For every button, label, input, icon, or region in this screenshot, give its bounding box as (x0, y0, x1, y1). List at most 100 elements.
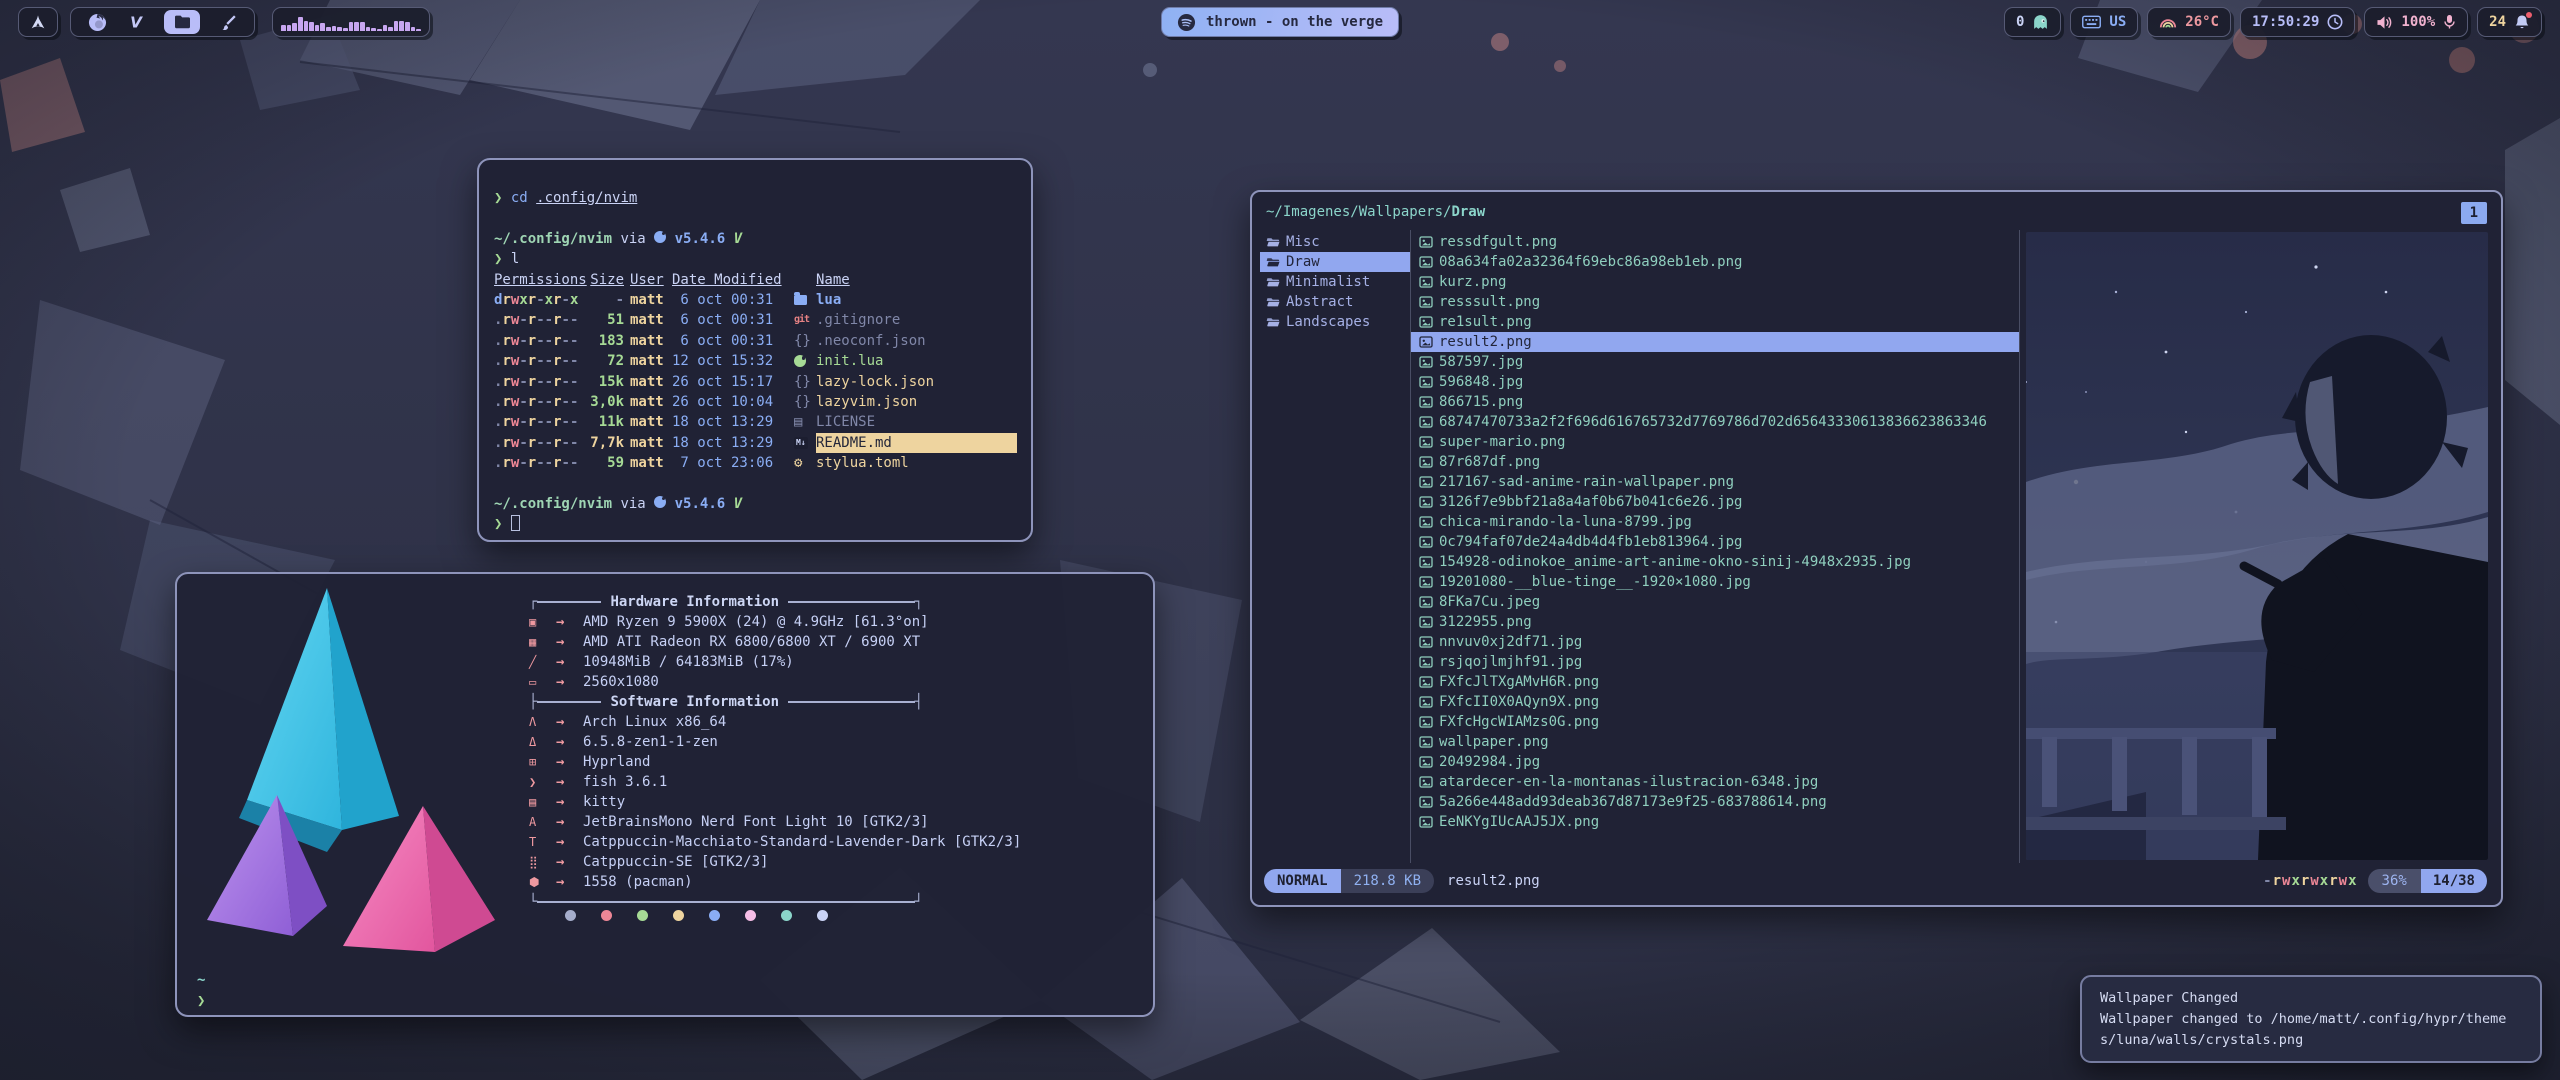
file-row[interactable]: FXfcII0X0AQyn9X.png (1411, 692, 2019, 712)
file-row[interactable]: 08a634fa02a32364f69ebc86a98eb1eb.png (1411, 252, 2019, 272)
file-row[interactable]: 866715.png (1411, 392, 2019, 412)
file-row[interactable]: rsjqojlmjhf91.jpg (1411, 652, 2019, 672)
graph-bar (349, 22, 354, 31)
file-row[interactable]: 8FKa7Cu.jpeg (1411, 592, 2019, 612)
workspace-button-brush[interactable] (217, 11, 239, 33)
graph-bars (281, 13, 421, 31)
markdown-file-icon: M↓ (794, 437, 808, 449)
palette-dot (637, 910, 648, 921)
file-row[interactable]: 3122955.png (1411, 612, 2019, 632)
file-row[interactable]: 596848.jpg (1411, 372, 2019, 392)
graph-bar (320, 23, 325, 31)
image-file-icon (1419, 755, 1433, 769)
preview-pane (2020, 230, 2501, 863)
file-row[interactable]: atardecer-en-la-montanas-ilustracion-634… (1411, 772, 2019, 792)
file-row[interactable]: FXfcHgcWIAMzs0G.png (1411, 712, 2019, 732)
sidebar-folder-misc[interactable]: Misc (1260, 232, 1410, 252)
workspace-button-vivaldi[interactable]: V (125, 11, 147, 33)
image-file-icon (1419, 255, 1433, 269)
image-file-icon (1419, 375, 1433, 389)
file-permissions: -rwxrwxrwx (2263, 873, 2357, 889)
shell-icon: ❯ (529, 772, 556, 792)
file-row[interactable]: 0c794faf07de24a4db4d4fb1eb813964.jpg (1411, 532, 2019, 552)
sidebar-folder-minimalist[interactable]: Minimalist (1260, 272, 1410, 292)
clock-module[interactable]: 17:50:29 (2240, 7, 2355, 37)
status-modules: 0 US 26°C 17:50:29 (2004, 7, 2542, 37)
file-name: lazyvim.json (816, 392, 1017, 412)
fetch-row-font: A→JetBrainsMono Nerd Font Light 10 [GTK2… (529, 812, 1021, 832)
fetch-terminal-window[interactable]: ┌Hardware Information┐▣→AMD Ryzen 9 5900… (175, 572, 1155, 1017)
breadcrumb: ~/Imagenes/Wallpapers/Draw (1252, 200, 2501, 224)
terminal-window[interactable]: ❯ cd .config/nvim ~/.config/nvim via v5.… (477, 158, 1033, 542)
section-header: ├Software Information┤ (529, 692, 923, 712)
launcher-button[interactable] (18, 7, 58, 37)
keyboard-layout-module[interactable]: US (2070, 7, 2138, 37)
sidebar-folder-abstract[interactable]: Abstract (1260, 292, 1410, 312)
fetch-row-os: Λ→Arch Linux x86_64 (529, 712, 1021, 732)
weather-module[interactable]: 26°C (2147, 7, 2231, 37)
theme-icon: T (529, 832, 556, 852)
file-row[interactable]: result2.png (1411, 332, 2019, 352)
file-row[interactable]: FXfcJlTXgAMvH6R.png (1411, 672, 2019, 692)
file-row[interactable]: super-mario.png (1411, 432, 2019, 452)
file-row[interactable]: 3126f7e9bbf21a8a4af0b67b041c6e26.jpg (1411, 492, 2019, 512)
image-file-icon (1419, 415, 1433, 429)
arch-crystal-logo (207, 588, 507, 958)
workspace-button-firefox[interactable] (86, 11, 108, 33)
file-row[interactable]: 587597.jpg (1411, 352, 2019, 372)
file-manager-window[interactable]: ~/Imagenes/Wallpapers/Draw 1 MiscDrawMin… (1250, 190, 2503, 907)
updates-count: 0 (2016, 14, 2024, 30)
file-name: init.lua (816, 351, 1017, 371)
file-row[interactable]: 217167-sad-anime-rain-wallpaper.png (1411, 472, 2019, 492)
file-row[interactable]: chica-mirando-la-luna-8799.jpg (1411, 512, 2019, 532)
file-row[interactable]: 19201080-__blue-tinge__-1920×1080.jpg (1411, 572, 2019, 592)
file-row[interactable]: EeNKYgIUcAAJ5JX.png (1411, 812, 2019, 832)
file-row[interactable]: 87r687df.png (1411, 452, 2019, 472)
graph-bar (309, 22, 314, 31)
workspace-switcher: V (70, 7, 255, 37)
graph-bar (287, 25, 292, 31)
file-row[interactable]: 5a266e448add93deab367d87173e9f25-6837886… (1411, 792, 2019, 812)
image-file-icon (1419, 815, 1433, 829)
file-name: .gitignore (816, 310, 1017, 330)
folder-open-icon (1266, 275, 1280, 289)
terminal-icon: ▤ (529, 792, 556, 812)
notification-popup[interactable]: Wallpaper Changed Wallpaper changed to /… (2080, 975, 2542, 1063)
image-file-icon (1419, 555, 1433, 569)
notifications-module[interactable]: 24 (2477, 7, 2542, 37)
shell-prompt[interactable]: ❯ (494, 514, 1017, 534)
updates-module[interactable]: 0 (2004, 7, 2061, 37)
fetch-row-packages: ⬢→1558 (pacman) (529, 872, 1021, 892)
kernel-icon: Δ (529, 732, 556, 752)
file-row[interactable]: ressdfgult.png (1411, 232, 2019, 252)
file-listing-row: .rw-r--r--51matt 6 oct 00:31git.gitignor… (494, 310, 1017, 330)
graph-bar (304, 21, 309, 31)
file-row[interactable]: resssult.png (1411, 292, 2019, 312)
file-row[interactable]: re1sult.png (1411, 312, 2019, 332)
shell-prompt[interactable]: ❯ (197, 993, 205, 1009)
json-file-icon: {} (794, 331, 811, 351)
now-playing-widget[interactable]: thrown - on the verge (1161, 7, 1399, 37)
cpu-icon: ▣ (529, 612, 556, 632)
scroll-percent: 36% (2368, 869, 2421, 893)
file-row[interactable]: 20492984.jpg (1411, 752, 2019, 772)
graph-bar (326, 27, 331, 31)
workspace-button-files[interactable] (164, 10, 200, 34)
brush-icon (219, 13, 237, 31)
file-row[interactable]: 154928-odinokoe_anime-art-anime-okno-sin… (1411, 552, 2019, 572)
file-row[interactable]: wallpaper.png (1411, 732, 2019, 752)
audio-module[interactable]: 100% (2364, 7, 2468, 37)
tab-badge[interactable]: 1 (2461, 202, 2487, 224)
file-listing-row: .rw-r--r--11kmatt18 oct 13:29▤LICENSE (494, 412, 1017, 432)
text-cursor (511, 515, 520, 531)
folder-open-icon (1266, 255, 1280, 269)
sidebar-folder-draw[interactable]: Draw (1260, 252, 1410, 272)
sidebar-folder-landscapes[interactable]: Landscapes (1260, 312, 1410, 332)
folder-open-icon (1266, 295, 1280, 309)
file-row[interactable]: 68747470733a2f2f696d616765732d7769786d70… (1411, 412, 2019, 432)
system-graph-widget[interactable] (272, 7, 430, 37)
status-bar: NORMAL 218.8 KB result2.png -rwxrwxrwx 3… (1264, 869, 2487, 893)
file-row[interactable]: nnvuv0xj2df71.jpg (1411, 632, 2019, 652)
file-row[interactable]: kurz.png (1411, 272, 2019, 292)
notifications-count: 24 (2489, 14, 2506, 30)
